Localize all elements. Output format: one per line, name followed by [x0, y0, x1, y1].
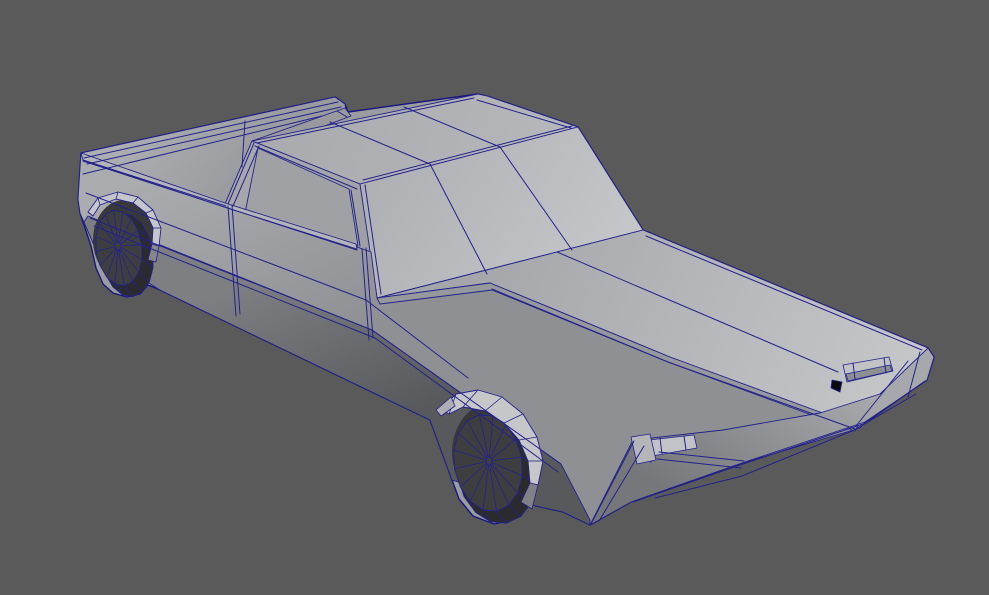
- front-wheel-hub[interactable]: [486, 457, 492, 465]
- rear-wheel-hub[interactable]: [115, 242, 121, 250]
- viewport-canvas[interactable]: [0, 0, 989, 595]
- viewport-3d[interactable]: [0, 0, 989, 595]
